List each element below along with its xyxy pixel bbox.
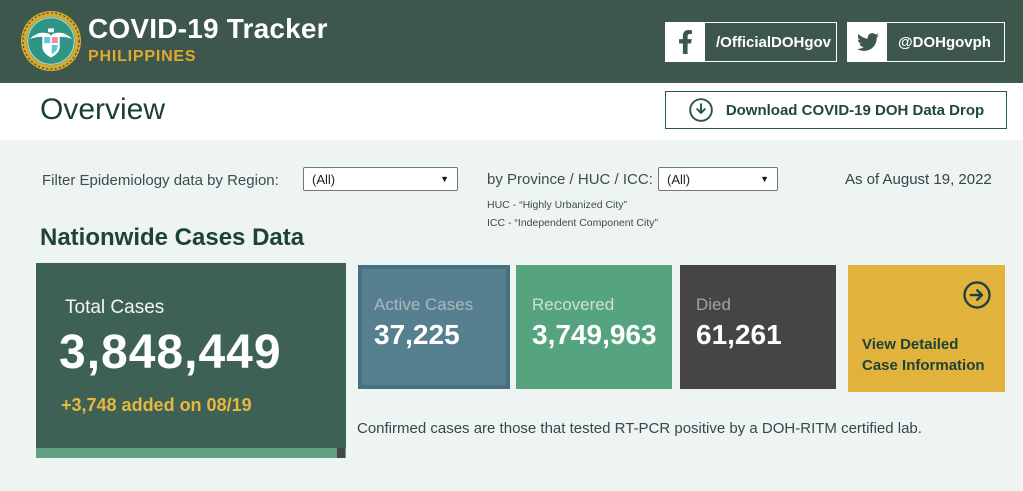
region-filter-label: Filter Epidemiology data by Region: <box>42 172 279 189</box>
arrow-right-circle-icon <box>962 280 992 315</box>
province-filter-dropdown[interactable]: (All) ▼ <box>658 167 778 191</box>
scrollbar-thumb[interactable] <box>337 448 345 458</box>
covid-tracker-dashboard: COVID-19 Tracker PHILIPPINES /OfficialDO… <box>0 0 1023 491</box>
twitter-handle: @DOHgovph <box>887 23 991 61</box>
total-cases-card: Total Cases 3,848,449 +3,748 added on 08… <box>36 263 346 458</box>
download-circle-icon <box>688 97 714 123</box>
chevron-down-icon: ▼ <box>760 175 769 184</box>
doh-seal-icon <box>20 10 82 72</box>
app-header: COVID-19 Tracker PHILIPPINES /OfficialDO… <box>0 0 1023 83</box>
total-cases-delta: +3,748 added on 08/19 <box>61 395 252 416</box>
download-data-drop-button[interactable]: Download COVID-19 DOH Data Drop <box>665 91 1007 129</box>
app-subtitle: PHILIPPINES <box>88 48 328 66</box>
province-filter-label: by Province / HUC / ICC: <box>487 171 653 188</box>
active-cases-card[interactable]: Active Cases 37,225 <box>358 265 510 389</box>
total-card-scrollbar[interactable] <box>36 448 346 458</box>
died-value: 61,261 <box>696 319 782 351</box>
recovered-card[interactable]: Recovered 3,749,963 <box>516 265 672 389</box>
region-filter-value: (All) <box>312 172 335 187</box>
icc-definition-note: ICC - “Independent Component City” <box>487 217 658 229</box>
recovered-value: 3,749,963 <box>532 319 657 351</box>
died-card[interactable]: Died 61,261 <box>680 265 836 389</box>
app-title: COVID-19 Tracker <box>88 13 328 45</box>
page-title: Overview <box>40 93 165 127</box>
active-cases-value: 37,225 <box>374 319 460 351</box>
twitter-link[interactable]: @DOHgovph <box>847 22 1005 62</box>
confirmed-cases-footnote: Confirmed cases are those that tested RT… <box>357 420 922 437</box>
section-heading: Nationwide Cases Data <box>40 224 304 252</box>
province-filter-value: (All) <box>667 172 690 187</box>
total-cases-label: Total Cases <box>65 297 164 319</box>
chevron-down-icon: ▼ <box>440 175 449 184</box>
twitter-icon <box>848 23 887 61</box>
facebook-link[interactable]: /OfficialDOHgov <box>665 22 837 62</box>
recovered-label: Recovered <box>532 295 614 315</box>
facebook-icon <box>666 23 705 61</box>
view-detailed-case-info-button[interactable]: View Detailed Case Information <box>848 265 1005 392</box>
header-title-block: COVID-19 Tracker PHILIPPINES <box>88 13 328 66</box>
download-button-label: Download COVID-19 DOH Data Drop <box>714 102 1006 119</box>
as-of-date: As of August 19, 2022 <box>845 171 992 188</box>
huc-definition-note: HUC - “Highly Urbanized City” <box>487 199 627 211</box>
total-cases-value: 3,848,449 <box>59 325 282 380</box>
active-cases-label: Active Cases <box>374 295 473 315</box>
view-detailed-case-info-label: View Detailed Case Information <box>862 334 988 376</box>
facebook-handle: /OfficialDOHgov <box>705 23 831 61</box>
died-label: Died <box>696 295 731 315</box>
region-filter-dropdown[interactable]: (All) ▼ <box>303 167 458 191</box>
